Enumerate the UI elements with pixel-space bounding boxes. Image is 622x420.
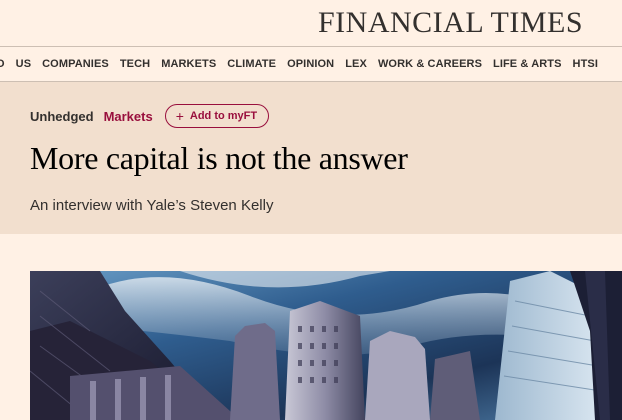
nav-item-partial[interactable]: O [0,58,5,70]
article-standfirst: An interview with Yale’s Steven Kelly [30,197,274,214]
nav-item-climate[interactable]: CLIMATE [227,58,276,70]
nav-item-life-arts[interactable]: LIFE & ARTS [493,58,562,70]
add-to-myft-button[interactable]: + Add to myFT [164,104,270,128]
article-headline: More capital is not the answer [30,140,408,176]
plus-icon: + [175,108,184,124]
hero-image [30,271,622,420]
nav-item-tech[interactable]: TECH [120,58,150,70]
nav-item-companies[interactable]: COMPANIES [42,58,109,70]
article-header: Unhedged Markets + Add to myFT More capi… [0,82,622,234]
nav-item-work-careers[interactable]: WORK & CAREERS [378,58,482,70]
nav-item-htsi[interactable]: HTSI [573,58,598,70]
topic-row: Unhedged Markets + Add to myFT [30,104,270,128]
masthead-logo[interactable]: FINANCIAL TIMES [318,6,618,40]
topic-link-markets[interactable]: Markets [104,109,153,124]
nav-item-us[interactable]: US [16,58,31,70]
nav-item-opinion[interactable]: OPINION [287,58,334,70]
add-to-myft-label: Add to myFT [189,110,258,122]
nav-item-lex[interactable]: LEX [345,58,367,70]
nav-item-markets[interactable]: MARKETS [161,58,216,70]
topic-link-unhedged[interactable]: Unhedged [30,109,94,124]
main-navigation: O US COMPANIES TECH MARKETS CLIMATE OPIN… [0,47,622,81]
masthead: FINANCIAL TIMES [0,0,622,46]
